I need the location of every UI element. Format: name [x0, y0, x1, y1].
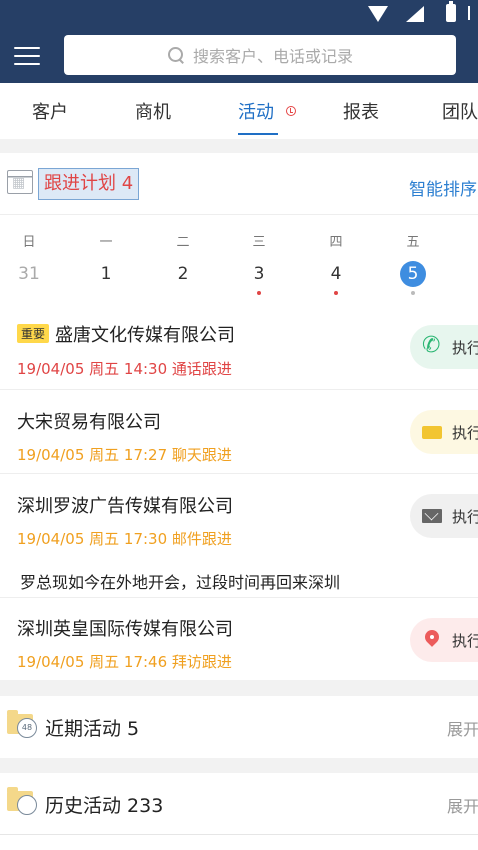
event-dot — [411, 291, 415, 295]
expand-button[interactable]: 展开 — [447, 793, 478, 817]
execute-button[interactable]: 执行 — [410, 618, 478, 662]
tab-customers[interactable]: 客户 — [32, 83, 68, 139]
tab-team[interactable]: 团队 — [442, 83, 478, 139]
bottom-navigation — [0, 834, 478, 850]
clock-48-icon: 48 — [17, 718, 37, 738]
signal-icon — [406, 6, 424, 22]
item-meta: 19/04/05 周五 17:27 聊天跟进 — [17, 446, 232, 464]
company-name: 深圳罗波广告传媒有限公司 — [17, 496, 233, 517]
history-activities-section[interactable]: 历史活动 233 展开 — [0, 773, 478, 835]
execute-label: 执行 — [452, 631, 478, 650]
calendar-icon — [7, 170, 33, 194]
search-placeholder: 搜索客户、电话或记录 — [192, 47, 353, 66]
weekday-label: 日 — [22, 235, 36, 250]
event-dot — [334, 291, 338, 295]
menu-icon[interactable] — [14, 45, 42, 67]
mail-icon — [422, 505, 444, 527]
status-indicator-icon — [468, 6, 478, 20]
important-badge: 重要 — [17, 324, 50, 343]
date-cell[interactable]: 31 — [9, 263, 49, 285]
weekday-label: 四 — [329, 235, 343, 250]
list-item[interactable]: 重要盛唐文化传媒有限公司 19/04/05 周五 14:30 通话跟进 执行 — [0, 303, 478, 390]
smart-sort-button[interactable]: 智能排序 — [409, 175, 477, 200]
section-title: 近期活动 5 — [45, 718, 140, 740]
list-item[interactable]: 深圳罗波广告传媒有限公司 19/04/05 周五 17:30 邮件跟进 罗总现如… — [0, 474, 478, 598]
company-name: 盛唐文化传媒有限公司 — [55, 325, 236, 346]
company-name: 大宋贸易有限公司 — [17, 412, 161, 433]
tab-bar: 客户 商机 活动 报表 团队 — [0, 83, 478, 139]
wifi-icon — [368, 6, 388, 22]
expand-button[interactable]: 展开 — [447, 716, 478, 740]
date-cell[interactable]: 3 — [239, 263, 279, 285]
date-cell[interactable]: 2 — [163, 263, 203, 285]
weekday-label: 三 — [252, 235, 266, 250]
followup-plan-title[interactable]: 跟进计划 4 — [38, 168, 140, 200]
item-title: 重要 盛唐文化传媒有限公司 — [17, 321, 235, 347]
item-note: 罗总现如今在外地开会，过段时间再回来深圳 — [20, 573, 341, 592]
search-icon — [167, 46, 185, 64]
date-cell-selected[interactable]: 5 — [393, 263, 433, 285]
alarm-clock-icon — [286, 106, 296, 116]
execute-label: 执行 — [452, 423, 478, 442]
section-title: 历史活动 233 — [45, 795, 164, 817]
weekday-label: 一 — [99, 235, 113, 250]
execute-button[interactable]: 执行 — [410, 325, 478, 369]
active-tab-indicator — [238, 133, 278, 135]
tab-opportunities[interactable]: 商机 — [135, 83, 171, 139]
item-meta: 19/04/05 周五 14:30 通话跟进 — [17, 360, 232, 378]
event-dot — [257, 291, 261, 295]
status-bar-icons — [368, 1, 478, 24]
item-meta: 19/04/05 周五 17:46 拜访跟进 — [17, 653, 232, 671]
execute-label: 执行 — [452, 338, 478, 357]
weekday-label: 二 — [176, 235, 190, 250]
recent-activities-section[interactable]: 48 近期活动 5 展开 — [0, 696, 478, 758]
execute-button[interactable]: 执行 — [410, 410, 478, 454]
search-input[interactable]: 搜索客户、电话或记录 — [64, 35, 456, 75]
tab-reports[interactable]: 报表 — [343, 83, 379, 139]
item-meta: 19/04/05 周五 17:30 邮件跟进 — [17, 530, 232, 548]
tab-activities[interactable]: 活动 — [238, 83, 274, 139]
date-cell[interactable]: 4 — [316, 263, 356, 285]
battery-icon — [446, 1, 456, 22]
chat-icon — [422, 421, 444, 443]
phone-icon — [422, 333, 444, 358]
list-item[interactable]: 深圳英皇国际传媒有限公司 19/04/05 周五 17:46 拜访跟进 执行 — [0, 598, 478, 680]
execute-button[interactable]: 执行 — [410, 494, 478, 538]
list-item[interactable]: 大宋贸易有限公司 19/04/05 周五 17:27 聊天跟进 执行 — [0, 390, 478, 474]
company-name: 深圳英皇国际传媒有限公司 — [17, 619, 233, 640]
week-strip: 日 一 二 三 四 五 31 1 2 3 4 5 — [0, 215, 478, 303]
followup-plan-header: 跟进计划 4 智能排序 — [0, 153, 478, 215]
location-pin-icon — [422, 629, 444, 651]
weekday-label: 五 — [406, 235, 420, 250]
clock-icon — [17, 795, 37, 815]
execute-label: 执行 — [452, 507, 478, 526]
date-cell[interactable]: 1 — [86, 263, 126, 285]
followup-list: 重要盛唐文化传媒有限公司 19/04/05 周五 14:30 通话跟进 执行 大… — [0, 303, 478, 680]
top-app-bar: 搜索客户、电话或记录 — [0, 0, 478, 83]
